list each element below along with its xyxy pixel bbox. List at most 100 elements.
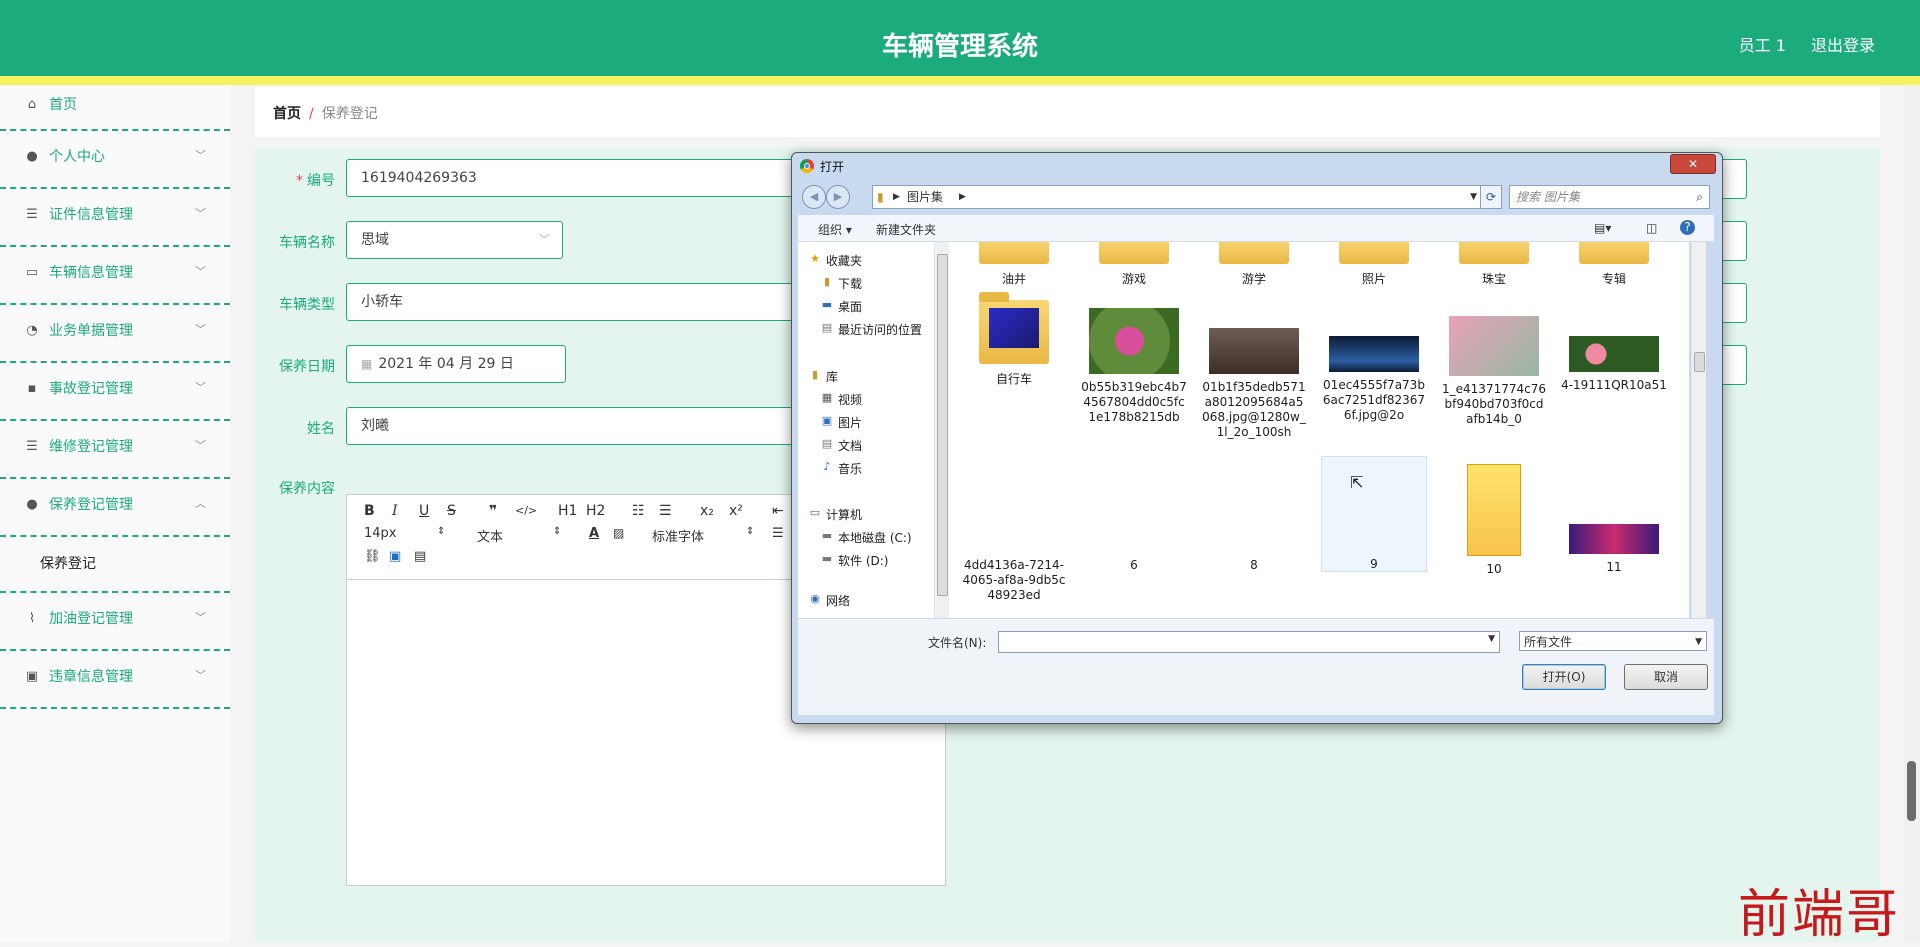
video-icon[interactable]: ▤	[414, 549, 426, 564]
file-list-scrollbar-thumb[interactable]	[1694, 352, 1705, 372]
current-user[interactable]: 员工 1	[1739, 32, 1786, 56]
help-icon[interactable]: ?	[1680, 220, 1695, 235]
dialog-close-button[interactable]: ✕	[1670, 154, 1716, 174]
file-item[interactable]: 自行车	[961, 292, 1067, 387]
nav-computer[interactable]: ▭ 计算机	[810, 506, 862, 523]
path-root[interactable]: 图片集	[907, 186, 943, 208]
font-family-select[interactable]: 标准字体	[652, 526, 704, 545]
sidebar-item-maintenance[interactable]: ● 保养登记管理 ︿	[0, 479, 230, 537]
file-item[interactable]: 4-19111QR10a51	[1561, 336, 1667, 393]
sidebar-item-profile[interactable]: ● 个人中心 ﹀	[0, 131, 230, 189]
preview-pane-icon[interactable]: ◫	[1646, 221, 1657, 235]
address-bar[interactable]: ▮ ▶ 图片集 ▶ ▼	[872, 185, 1484, 209]
page-scrollbar[interactable]	[1904, 85, 1920, 942]
file-item[interactable]: 0b55b319ebc4b74567804dd0c5fc1e178b8215db	[1081, 308, 1187, 425]
nav-scrollbar[interactable]	[934, 242, 949, 618]
sidebar-item-fuel[interactable]: ⌇ 加油登记管理 ﹀	[0, 593, 230, 651]
right-input-2[interactable]	[1720, 221, 1747, 261]
nav-favorites[interactable]: ★ 收藏夹	[810, 252, 862, 269]
new-folder-button[interactable]: 新建文件夹	[876, 221, 936, 238]
open-button[interactable]: 打开(O)	[1522, 664, 1606, 690]
file-item-hovered[interactable]: ⇱ 9	[1321, 456, 1427, 572]
file-item[interactable]: 1_e41371774c76bf940bd703f0cdafb14b_0	[1441, 316, 1547, 427]
file-item[interactable]: 专辑	[1561, 242, 1667, 287]
logout-link[interactable]: 退出登录	[1811, 32, 1875, 56]
right-input-3[interactable]	[1720, 283, 1747, 323]
sidebar-item-documents[interactable]: ◔ 业务单据管理 ﹀	[0, 305, 230, 363]
name-input[interactable]: 刘曦	[346, 407, 806, 445]
file-item[interactable]: 珠宝	[1441, 242, 1547, 287]
refresh-button[interactable]: ⟳	[1480, 185, 1502, 209]
view-menu-icon[interactable]: ▤▾	[1594, 221, 1611, 235]
font-size-select[interactable]: 14px	[364, 526, 397, 541]
bold-button[interactable]: B	[364, 503, 375, 519]
italic-button[interactable]: I	[392, 503, 398, 519]
search-input[interactable]: 搜索 图片集 ⌕	[1509, 185, 1710, 209]
sidebar-subitem-maintenance[interactable]: 保养登记	[0, 537, 230, 593]
nav-desktop[interactable]: ▬ 桌面	[822, 298, 862, 315]
text-style-select[interactable]: 文本	[477, 526, 503, 545]
code-input[interactable]: 1619404269363	[346, 159, 806, 197]
unordered-list-button[interactable]: ☰	[659, 503, 672, 519]
nav-downloads[interactable]: ▮ 下载	[824, 275, 862, 292]
link-icon[interactable]: ⛓	[364, 549, 381, 564]
file-item[interactable]: 游戏	[1081, 242, 1187, 287]
strikethrough-button[interactable]: S	[447, 503, 456, 519]
quote-button[interactable]: ❞	[489, 503, 497, 519]
underline-button[interactable]: U	[419, 503, 429, 519]
breadcrumb-home[interactable]: 首页	[273, 106, 301, 122]
file-item[interactable]: 8	[1201, 558, 1307, 573]
chevron-down-icon[interactable]: ▼	[1470, 186, 1477, 208]
nav-pictures[interactable]: ▣ 图片	[822, 414, 862, 431]
sidebar-item-repairs[interactable]: ☰ 维修登记管理 ﹀	[0, 421, 230, 479]
nav-music[interactable]: ♪ 音乐	[823, 460, 862, 477]
filename-input[interactable]: ▼	[998, 631, 1500, 653]
sidebar-item-home[interactable]: ⌂ 首页	[0, 85, 230, 131]
nav-recent[interactable]: ▤ 最近访问的位置	[822, 321, 922, 338]
heading1-button[interactable]: H1	[558, 503, 577, 519]
sidebar-item-vehicles[interactable]: ▭ 车辆信息管理 ﹀	[0, 247, 230, 305]
file-list-scrollbar[interactable]	[1691, 242, 1706, 618]
sidebar-item-certificates[interactable]: ☰ 证件信息管理 ﹀	[0, 189, 230, 247]
file-item[interactable]: 6	[1081, 558, 1187, 573]
sidebar-item-accidents[interactable]: ▪ 事故登记管理 ﹀	[0, 363, 230, 421]
nav-videos[interactable]: ▦ 视频	[822, 391, 862, 408]
ordered-list-button[interactable]: ☷	[632, 503, 645, 519]
nav-scrollbar-thumb[interactable]	[937, 254, 948, 596]
cancel-button[interactable]: 取消	[1624, 664, 1708, 690]
background-color-icon[interactable]: ▨	[613, 526, 624, 540]
right-input-1[interactable]	[1720, 159, 1747, 199]
page-scrollbar-thumb[interactable]	[1907, 761, 1916, 821]
image-icon[interactable]: ▣	[389, 549, 401, 564]
file-item[interactable]: 01ec4555f7a73b6ac7251df823676f.jpg@2o	[1321, 336, 1427, 423]
date-picker[interactable]: ▦ 2021 年 04 月 29 日	[346, 345, 566, 383]
code-button[interactable]: </>	[515, 504, 537, 517]
organize-menu[interactable]: 组织 ▾	[818, 221, 852, 238]
nav-network[interactable]: ◉ 网络	[810, 592, 850, 609]
superscript-button[interactable]: x²	[729, 503, 743, 519]
nav-disk-d[interactable]: ▬ 软件 (D:)	[822, 552, 889, 569]
file-item[interactable]: 游学	[1201, 242, 1307, 287]
file-item[interactable]: 11	[1561, 524, 1667, 575]
font-color-icon[interactable]: A	[589, 526, 599, 541]
heading2-button[interactable]: H2	[586, 503, 605, 519]
right-input-4[interactable]	[1720, 345, 1747, 385]
indent-icon[interactable]: ⇤	[772, 503, 784, 519]
file-item[interactable]: 4dd4136a-7214-4065-af8a-9db5c48923ed	[961, 558, 1067, 603]
subscript-button[interactable]: x₂	[700, 503, 714, 519]
filetype-select[interactable]: 所有文件 ▼	[1519, 631, 1707, 651]
vehicle-name-select[interactable]: 思域 ﹀	[346, 221, 563, 259]
file-item[interactable]: 油井	[961, 242, 1067, 287]
nav-library[interactable]: ▮ 库	[812, 368, 838, 385]
nav-documents[interactable]: ▤ 文档	[822, 437, 862, 454]
forward-button[interactable]: ▶	[826, 185, 850, 209]
align-icon[interactable]: ☰	[772, 526, 784, 541]
file-item[interactable]: 照片	[1321, 242, 1427, 287]
sidebar-item-violations[interactable]: ▣ 违章信息管理 ﹀	[0, 651, 230, 709]
chevron-down-icon[interactable]: ▼	[1488, 634, 1495, 644]
nav-disk-c[interactable]: ▬ 本地磁盘 (C:)	[822, 529, 912, 546]
file-item[interactable]: 10	[1441, 464, 1547, 577]
back-button[interactable]: ◀	[802, 185, 826, 209]
file-item[interactable]: 01b1f35dedb571a8012095684a5068.jpg@1280w…	[1201, 328, 1307, 440]
vehicle-type-input[interactable]: 小轿车	[346, 283, 806, 321]
